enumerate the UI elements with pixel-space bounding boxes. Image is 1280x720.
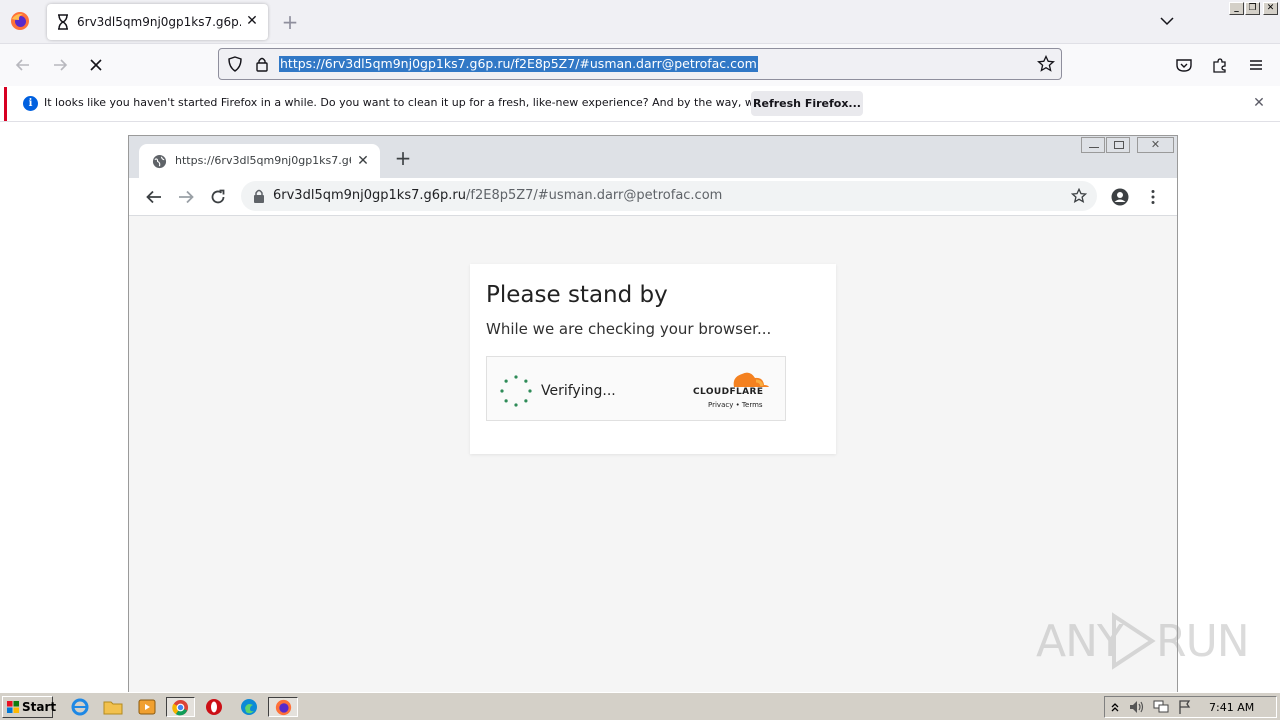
firefox-url-text[interactable]: https://6rv3dl5qm9nj0gp1ks7.g6p.ru/f2E8p… [279, 56, 758, 72]
site-lock-icon[interactable] [253, 55, 271, 73]
chrome-toolbar: 6rv3dl5qm9nj0gp1ks7.g6p.ru/f2E8p5Z7/#usm… [129, 178, 1177, 216]
network-icon[interactable] [1152, 699, 1170, 715]
chrome-window: ✕ https://6rv3dl5qm9nj0gp1ks7.g6p.r ✕ + [128, 135, 1178, 695]
windows-flag-icon [7, 701, 19, 713]
chrome-omnibox[interactable]: 6rv3dl5qm9nj0gp1ks7.g6p.ru/f2E8p5Z7/#usm… [241, 181, 1097, 211]
chrome-lock-icon[interactable] [253, 189, 265, 203]
system-tray: 7:41 AM [1104, 696, 1277, 718]
pocket-icon[interactable] [1175, 56, 1193, 74]
volume-icon[interactable] [1128, 699, 1146, 715]
chrome-url-host: 6rv3dl5qm9nj0gp1ks7.g6p.ru [273, 188, 466, 203]
tracking-shield-icon[interactable] [226, 55, 244, 73]
chrome-bookmark-star-icon[interactable] [1071, 188, 1087, 204]
list-all-tabs-chevron-icon[interactable] [1158, 12, 1176, 30]
globe-icon [152, 154, 167, 169]
chrome-profile-avatar-icon[interactable] [1111, 188, 1129, 206]
chrome-forward-arrow-icon[interactable] [177, 188, 195, 206]
cloudflare-wordmark: CLOUDFLARE [693, 387, 764, 397]
chrome-menu-kebab-icon[interactable] [1144, 188, 1162, 206]
start-button[interactable]: Start [2, 696, 57, 718]
verifying-spinner-icon [500, 375, 532, 407]
notification-close-icon[interactable]: ✕ [1251, 95, 1267, 111]
firefox-taskbar-button[interactable] [268, 697, 298, 717]
chrome-taskbar-button[interactable] [166, 697, 195, 717]
firefox-taskbar-logo-icon [275, 699, 292, 716]
chrome-tab-close-icon[interactable]: ✕ [355, 153, 371, 169]
edge-icon[interactable] [238, 697, 260, 717]
anyrun-watermark: ANY RUN [1036, 606, 1250, 676]
privacy-terms-links[interactable]: Privacy • Terms [708, 401, 763, 409]
divider [0, 121, 1280, 122]
firefox-tab-title: 6rv3dl5qm9nj0gp1ks7.g6p.ru/f2E8 [77, 15, 241, 29]
chrome-minimize-button[interactable] [1081, 137, 1105, 153]
windows-taskbar: Start 7:41 AM [0, 692, 1280, 720]
firefox-logo-icon[interactable] [10, 11, 30, 31]
firefox-new-tab-button[interactable]: + [280, 10, 300, 34]
page-title: Please stand by [486, 282, 668, 308]
refresh-firefox-notification: i It looks like you haven't started Fire… [4, 87, 1276, 121]
firefox-url-bar[interactable]: https://6rv3dl5qm9nj0gp1ks7.g6p.ru/f2E8p… [218, 48, 1062, 80]
clock[interactable]: 7:41 AM [1209, 701, 1254, 714]
chrome-new-tab-button[interactable]: + [393, 148, 413, 168]
chrome-active-tab[interactable]: https://6rv3dl5qm9nj0gp1ks7.g6p.r ✕ [139, 144, 380, 178]
window-restore-button[interactable]: ❐ [1245, 2, 1260, 15]
extensions-puzzle-icon[interactable] [1211, 56, 1229, 74]
loading-hourglass-icon [58, 14, 68, 30]
show-hidden-icons-icon[interactable] [1110, 700, 1120, 714]
notification-message: It looks like you haven't started Firefo… [44, 96, 828, 109]
play-triangle-icon [1112, 612, 1156, 670]
challenge-card: Please stand by While we are checking yo… [470, 264, 836, 454]
watermark-text-right: RUN [1156, 616, 1250, 667]
chrome-url-text[interactable]: 6rv3dl5qm9nj0gp1ks7.g6p.ru/f2E8p5Z7/#usm… [273, 188, 722, 203]
info-icon: i [23, 96, 38, 111]
chrome-tab-title: https://6rv3dl5qm9nj0gp1ks7.g6p.r [175, 154, 351, 167]
media-player-icon[interactable] [136, 697, 158, 717]
action-center-flag-icon[interactable] [1177, 699, 1193, 715]
firefox-nav-toolbar: https://6rv3dl5qm9nj0gp1ks7.g6p.ru/f2E8p… [0, 44, 1280, 86]
chrome-url-path: /f2E8p5Z7/#usman.darr@petrofac.com [466, 188, 723, 203]
chrome-restore-button[interactable] [1106, 137, 1130, 153]
chrome-back-arrow-icon[interactable] [145, 188, 163, 206]
back-arrow-icon[interactable] [14, 56, 32, 74]
firefox-tab-close-icon[interactable]: ✕ [244, 13, 260, 29]
chrome-tab-strip: ✕ https://6rv3dl5qm9nj0gp1ks7.g6p.r ✕ + [129, 136, 1177, 178]
forward-arrow-icon[interactable] [51, 56, 69, 74]
verifying-status: Verifying... [541, 383, 616, 399]
file-explorer-folder-icon[interactable] [102, 697, 124, 717]
refresh-firefox-button[interactable]: Refresh Firefox... [751, 91, 863, 116]
window-minimize-button[interactable]: _ [1229, 2, 1244, 15]
chrome-close-button[interactable]: ✕ [1137, 137, 1174, 153]
stop-loading-icon[interactable] [87, 56, 105, 74]
start-label: Start [22, 700, 57, 714]
window-close-button[interactable]: ✕ [1263, 2, 1278, 15]
hamburger-menu-icon[interactable] [1247, 56, 1265, 74]
firefox-active-tab[interactable]: 6rv3dl5qm9nj0gp1ks7.g6p.ru/f2E8 ✕ [47, 4, 268, 40]
bookmark-star-icon[interactable] [1037, 55, 1055, 73]
cloudflare-turnstile-widget[interactable]: Verifying... CLOUDFLARE Privacy • Terms [486, 356, 786, 421]
page-subtext: While we are checking your browser... [486, 320, 772, 338]
firefox-tab-strip: 6rv3dl5qm9nj0gp1ks7.g6p.ru/f2E8 ✕ + _ ❐ … [0, 0, 1280, 44]
internet-explorer-icon[interactable] [69, 697, 91, 717]
chrome-logo-icon [172, 699, 189, 716]
opera-icon[interactable] [203, 697, 225, 717]
page-content: Please stand by While we are checking yo… [129, 216, 1177, 694]
chrome-reload-icon[interactable] [209, 188, 227, 206]
